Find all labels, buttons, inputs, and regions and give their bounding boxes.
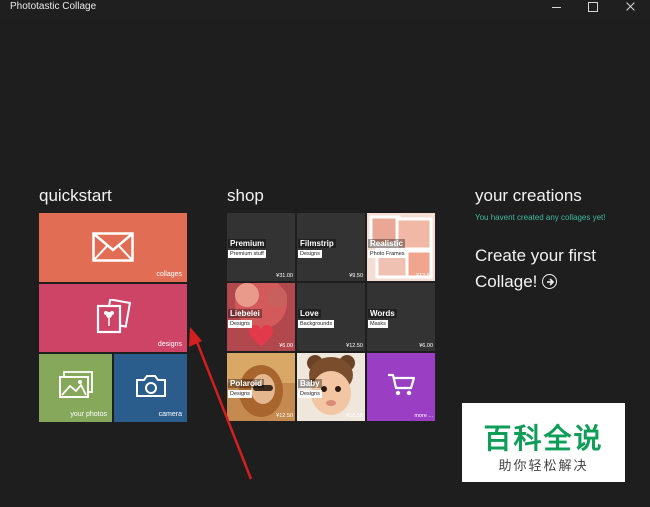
pictures-icon <box>59 371 93 398</box>
shop-item-love[interactable]: Love Backgrounds ¥12.50 <box>297 283 365 351</box>
designs-tile[interactable]: designs <box>39 284 187 352</box>
camera-label: camera <box>158 411 182 418</box>
collages-tile[interactable]: collages <box>39 213 187 282</box>
shop-item-name: Premium <box>228 239 267 248</box>
arrow-right-icon[interactable] <box>542 274 558 289</box>
shop-item-category: Premium stuff <box>228 250 266 258</box>
watermark-subtitle: 助你轻松解决 <box>498 458 589 473</box>
shop-item-price: ¥9.50 <box>349 273 363 279</box>
shop-item-name: Words <box>368 309 397 318</box>
shop-item-price: ¥18.50 <box>346 413 363 419</box>
photos-stack-icon <box>96 299 132 334</box>
shop-item-name: Love <box>298 309 321 318</box>
shop-item-baby[interactable]: Baby Designs ¥18.50 <box>297 353 365 421</box>
shop-item-price: ¥12.50 <box>346 343 363 349</box>
annotation-arrow-icon <box>189 327 253 480</box>
shop-item-premium[interactable]: Premium Premium stuff ¥31.00 <box>227 213 295 281</box>
shop-heading: shop <box>227 186 264 205</box>
create-first-line2[interactable]: Collage! <box>475 269 645 295</box>
minimize-button[interactable] <box>540 0 574 16</box>
maximize-button[interactable] <box>576 0 610 16</box>
your-creations-heading: your creations <box>475 186 582 205</box>
shop-item-filmstrip[interactable]: Filmstrip Designs ¥9.50 <box>297 213 365 281</box>
your-photos-label: your photos <box>70 411 107 418</box>
create-first-collage[interactable]: Create your first Collage! <box>475 243 645 295</box>
camera-icon <box>136 375 166 397</box>
shopping-cart-icon <box>388 373 415 396</box>
shop-item-category: Backgrounds <box>298 320 335 328</box>
shop-item-name: Baby <box>298 379 322 388</box>
shop-item-realistic[interactable]: Realistic Photo Frames ¥12.50 <box>367 213 435 281</box>
collages-label: collages <box>156 271 182 278</box>
camera-tile[interactable]: camera <box>114 354 187 422</box>
shop-item-name: Filmstrip <box>298 239 336 248</box>
shop-item-price: ¥6.00 <box>279 343 293 349</box>
shop-item-words[interactable]: Words Masks ¥6.00 <box>367 283 435 351</box>
empty-creations-note: You havent created any collages yet! <box>475 213 606 222</box>
shop-item-price: ¥31.00 <box>276 273 293 279</box>
watermark-title: 百科全说 <box>483 423 604 454</box>
shop-item-category: Designs <box>298 250 322 258</box>
quickstart-heading: quickstart <box>39 186 112 205</box>
shop-more-tile[interactable]: more ... <box>367 353 435 421</box>
shop-item-name: Liebelei <box>228 309 262 318</box>
window-title: Phototastic Collage <box>10 1 97 12</box>
create-first-line2-text: Collage! <box>475 272 538 291</box>
shop-item-category: Masks <box>368 320 388 328</box>
more-label: more ... <box>414 413 433 419</box>
close-button[interactable] <box>613 0 647 16</box>
create-first-line1: Create your first <box>475 246 596 265</box>
title-bar[interactable]: Phototastic Collage <box>0 0 650 18</box>
shop-item-price: ¥6.00 <box>419 343 433 349</box>
watermark-logo: 百科全说 助你轻松解决 <box>462 403 625 482</box>
your-photos-tile[interactable]: your photos <box>39 354 112 422</box>
shop-item-category: Designs <box>298 390 322 398</box>
designs-label: designs <box>157 341 182 348</box>
shop-item-category: Photo Frames <box>368 250 407 258</box>
shop-item-price: ¥12.50 <box>416 273 433 279</box>
shop-item-price: ¥12.50 <box>276 413 293 419</box>
envelope-icon <box>92 232 134 262</box>
shop-item-name: Realistic <box>368 239 405 248</box>
